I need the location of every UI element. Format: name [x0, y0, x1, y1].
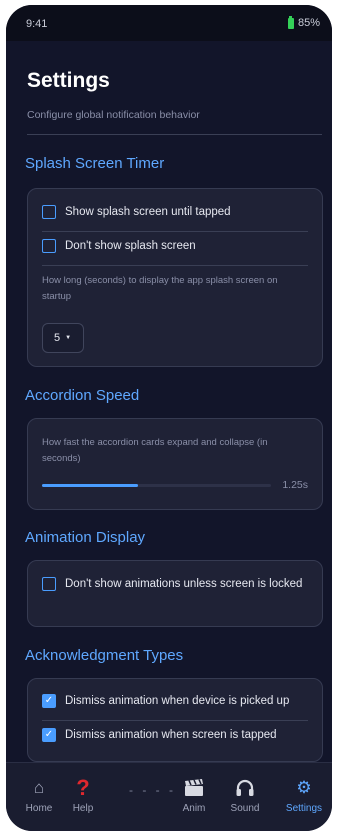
status-bar: 9:41 85% [6, 5, 332, 41]
option-label: Dismiss animation when device is picked … [65, 695, 290, 707]
nav-item-sound[interactable]: Sound [220, 773, 270, 814]
accordion-card: How fast the accordion cards expand and … [27, 418, 323, 510]
accordion-help-text: How fast the accordion cards expand and … [42, 437, 268, 464]
battery-icon [287, 15, 294, 29]
checkbox-checked[interactable]: ✓ [42, 728, 56, 742]
nav-item-home[interactable]: ⌂ Home [14, 773, 64, 814]
row-divider [42, 231, 308, 232]
checkbox[interactable] [42, 239, 56, 253]
splash-option-until-tapped[interactable]: Show splash screen until tapped [42, 204, 308, 220]
battery-percent: 85% [297, 17, 320, 29]
row-divider [42, 265, 308, 266]
battery-indicator: 85% [287, 15, 320, 29]
splash-card: Show splash screen until tapped Don't sh… [27, 188, 323, 367]
animation-card: Don't show animations unless screen is l… [27, 560, 323, 627]
slider-fill [42, 484, 139, 487]
page-title: Settings [27, 69, 110, 92]
gear-icon: ⚙ [296, 778, 312, 797]
section-title-animation: Animation Display [25, 529, 146, 546]
bottom-nav: ⌂ Home ? Help - - - - Anim Sound ⚙ Setti… [6, 762, 332, 831]
nav-label: Sound [230, 803, 260, 814]
page-subtitle: Configure global notification behavior [27, 109, 200, 121]
headphones-icon [235, 773, 255, 803]
checkbox[interactable] [42, 205, 56, 219]
option-label: Show splash screen until tapped [65, 206, 231, 218]
section-title-splash: Splash Screen Timer [25, 155, 165, 172]
checkbox-checked[interactable]: ✓ [42, 694, 56, 708]
status-time: 9:41 [26, 18, 48, 30]
ack-option-picked-up[interactable]: ✓ Dismiss animation when device is picke… [42, 693, 308, 709]
row-divider [42, 720, 308, 721]
nav-label: Help [72, 803, 94, 814]
section-title-acknowledgment: Acknowledgment Types [25, 647, 184, 664]
nav-item-help[interactable]: ? Help [58, 773, 108, 814]
accordion-speed-slider[interactable] [42, 484, 271, 487]
select-value: 5 [54, 332, 61, 344]
option-label: Don't show splash screen [65, 240, 196, 252]
phone-frame: 9:41 85% Settings Configure global notif… [6, 5, 332, 831]
help-icon: ? [76, 775, 90, 800]
settings-content[interactable]: Settings Configure global notification b… [6, 41, 332, 763]
splash-seconds-select[interactable]: 5 ▼ [42, 323, 84, 353]
nav-label: Home [25, 803, 53, 814]
chevron-down-icon: ▼ [65, 335, 72, 341]
home-icon: ⌂ [33, 778, 45, 797]
nav-item-settings[interactable]: ⚙ Settings [279, 773, 329, 814]
checkbox[interactable] [42, 577, 56, 591]
option-label: Don't show animations unless screen is l… [65, 578, 303, 590]
slider-value: 1.25s [282, 479, 308, 491]
option-label: Dismiss animation when screen is tapped [65, 729, 277, 741]
ack-option-tapped[interactable]: ✓ Dismiss animation when screen is tappe… [42, 727, 308, 743]
section-title-accordion: Accordion Speed [25, 387, 140, 404]
header-divider [27, 134, 322, 135]
splash-option-dont-show[interactable]: Don't show splash screen [42, 238, 308, 254]
nav-item-anim[interactable]: Anim [169, 773, 219, 814]
nav-label: Settings [285, 803, 323, 814]
splash-help-text: How long (seconds) to display the app sp… [42, 275, 278, 302]
clapperboard-icon [184, 773, 204, 803]
acknowledgment-card: ✓ Dismiss animation when device is picke… [27, 678, 323, 762]
nav-label: Anim [182, 803, 206, 814]
animation-option-locked[interactable]: Don't show animations unless screen is l… [42, 576, 308, 592]
